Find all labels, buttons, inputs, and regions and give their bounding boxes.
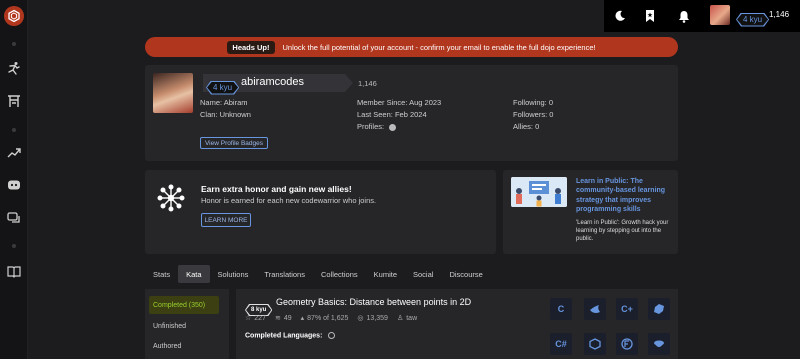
tab-discourse[interactable]: Discourse	[441, 265, 490, 283]
member-since: Member Since: Aug 2023	[357, 98, 442, 107]
profile-avatar	[153, 73, 193, 113]
user-avatar[interactable]	[710, 5, 730, 25]
kata-author[interactable]: ♙ taw	[396, 314, 417, 323]
filter-completed[interactable]: Completed (350)	[149, 296, 219, 314]
coffeescript-language-icon[interactable]	[648, 333, 670, 355]
practice-icon[interactable]	[6, 60, 22, 76]
completed-languages-label: Completed Languages:	[245, 332, 323, 340]
email-confirm-banner: Heads Up! Unlock the full potential of y…	[145, 37, 678, 57]
tab-solutions[interactable]: Solutions	[210, 265, 257, 283]
crystal-language-icon[interactable]	[648, 298, 670, 320]
kata-stats: ☆ 227 ≋ 49 ▴ 87% of 1,625 ◎ 13,359 ♙ taw	[245, 314, 417, 323]
cpp-language-icon[interactable]: C+	[616, 298, 638, 320]
last-seen: Last Seen: Feb 2024	[357, 110, 427, 119]
codewars-logo-icon[interactable]	[4, 6, 24, 26]
bookmark-icon[interactable]	[642, 8, 658, 24]
banner-message[interactable]: Unlock the full potential of your accoun…	[283, 43, 596, 52]
learn-in-public-body: 'Learn in Public': Growth hack your lear…	[576, 220, 669, 242]
profile-left-info: Name: Abiram Clan: Unknown	[200, 97, 251, 121]
promo-subtitle: Honor is earned for each new codewarrior…	[201, 196, 377, 205]
kata-stars: ☆ 227	[245, 314, 266, 323]
kata-list-item: 8 kyu Geometry Basics: Distance between …	[236, 289, 678, 359]
stack-icon: ≋	[274, 315, 281, 322]
completed-languages: Completed Languages:	[245, 332, 336, 340]
csharp-language-icon[interactable]: C#	[550, 333, 572, 355]
tab-stats[interactable]: Stats	[145, 265, 178, 283]
kata-completions: ◎ 13,359	[357, 314, 388, 323]
leaderboard-trend-icon[interactable]	[6, 145, 22, 161]
c-language-icon[interactable]: C	[550, 298, 572, 320]
github-icon[interactable]	[389, 123, 397, 131]
profile-honor: 1,146	[358, 79, 377, 88]
tab-translations[interactable]: Translations	[256, 265, 313, 283]
moon-icon[interactable]	[612, 8, 628, 24]
bell-icon[interactable]	[676, 8, 692, 24]
user-icon: ♙	[396, 315, 404, 322]
kata-title[interactable]: Geometry Basics: Distance between points…	[276, 297, 471, 307]
learn-in-public-card[interactable]: Learn in Public: The community-based lea…	[503, 170, 678, 254]
kata-satisfaction: ▴ 87% of 1,625	[300, 314, 349, 323]
tab-social[interactable]: Social	[405, 265, 441, 283]
profiles-label: Profiles:	[357, 122, 385, 131]
view-badges-button[interactable]: View Profile Badges	[200, 137, 268, 149]
tab-kata[interactable]: Kata	[178, 265, 210, 283]
thumbs-up-icon: ▴	[300, 315, 305, 322]
tab-collections[interactable]: Collections	[313, 265, 366, 283]
sidebar-divider	[12, 42, 16, 46]
python-icon	[328, 332, 336, 339]
kata-filter-nav: Completed (350) Unfinished Authored	[145, 289, 229, 359]
followers-count[interactable]: Followers: 0	[513, 109, 553, 121]
sidebar-divider	[12, 244, 16, 248]
profile-tabs: Stats Kata Solutions Translations Collec…	[145, 265, 491, 283]
profile-name: Name: Abiram	[200, 98, 248, 107]
allies-count[interactable]: Allies: 0	[513, 121, 553, 133]
swift-language-icon[interactable]	[584, 298, 606, 320]
chat-icon[interactable]	[6, 210, 22, 226]
following-count[interactable]: Following: 0	[513, 97, 553, 109]
network-icon	[157, 184, 185, 212]
learn-more-button[interactable]: LEARN MORE	[201, 213, 251, 227]
profile-rank-badge: 4 kyu	[206, 77, 239, 95]
kata-collections: ≋ 49	[274, 314, 292, 323]
learn-in-public-illustration	[511, 177, 567, 207]
discord-icon[interactable]	[6, 177, 22, 193]
profile-mid-info: Member Since: Aug 2023 Last Seen: Feb 20…	[357, 97, 441, 133]
promo-title: Earn extra honor and gain new allies!	[201, 184, 352, 194]
profile-right-info: Following: 0 Followers: 0 Allies: 0	[513, 97, 553, 133]
profile-clan: Clan: Unknown	[200, 110, 251, 119]
star-icon: ☆	[245, 315, 252, 322]
rank-badge: 4 kyu	[736, 9, 769, 27]
dojo-icon[interactable]	[6, 93, 22, 109]
docs-book-icon[interactable]	[6, 263, 22, 279]
filter-authored[interactable]: Authored	[149, 337, 219, 355]
profile-card: 4 kyu abiramcodes 1,146 Name: Abiram Cla…	[145, 65, 678, 161]
referral-promo: Earn extra honor and gain new allies! Ho…	[145, 170, 496, 254]
sidebar-divider	[12, 128, 16, 132]
banner-tag: Heads Up!	[227, 40, 275, 54]
filter-unfinished[interactable]: Unfinished	[149, 317, 219, 335]
sidebar	[0, 0, 28, 359]
tab-kumite[interactable]: Kumite	[366, 265, 405, 283]
fortran-language-icon[interactable]	[616, 333, 638, 355]
profiles-row: Profiles:	[357, 121, 441, 133]
username: abiramcodes	[241, 76, 304, 88]
learn-in-public-title[interactable]: Learn in Public: The community-based lea…	[576, 177, 672, 214]
nodejs-language-icon[interactable]	[584, 333, 606, 355]
completions-icon: ◎	[357, 315, 364, 322]
honor-count: 1,146	[769, 10, 790, 19]
